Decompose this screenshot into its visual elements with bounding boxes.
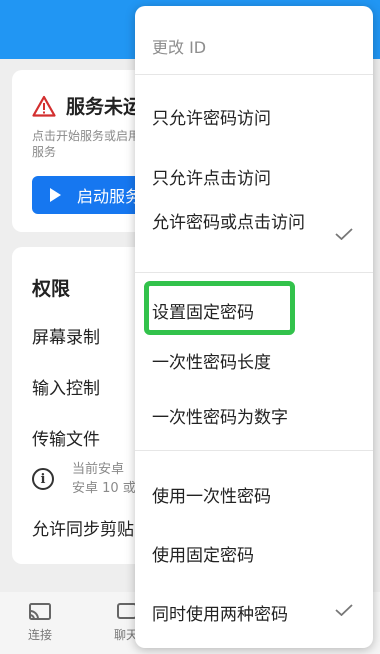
nav-connect[interactable]: 连接 <box>28 602 52 643</box>
menu-click-only[interactable]: 只允许点击访问 <box>135 164 373 189</box>
menu-use-fixed-password[interactable]: 使用固定密码 <box>135 541 373 566</box>
service-status-description: 点击开始服务或启用服务 <box>32 129 141 159</box>
menu-divider <box>135 74 373 75</box>
menu-otp-length[interactable]: 一次性密码长度 <box>135 348 373 373</box>
service-status-title: 服务未运 <box>66 96 143 118</box>
checkmark-icon <box>335 228 353 240</box>
cast-icon <box>29 603 51 620</box>
permission-clipboard-sync[interactable]: 允许同步剪贴 <box>32 515 134 540</box>
info-icon: i <box>32 468 54 490</box>
info-line-2: 安卓 10 或 <box>72 481 136 496</box>
menu-password-or-click[interactable]: 允许密码或点击访问 <box>135 210 315 237</box>
android-version-info: i 当前安卓 安卓 10 或 <box>32 460 136 498</box>
checkmark-icon <box>335 604 353 616</box>
info-text: 当前安卓 安卓 10 或 <box>72 460 136 498</box>
menu-use-one-time-password[interactable]: 使用一次性密码 <box>135 482 373 507</box>
menu-change-id[interactable]: 更改 ID <box>135 34 373 58</box>
permissions-title: 权限 <box>32 278 71 300</box>
menu-otp-numeric[interactable]: 一次性密码为数字 <box>135 403 373 428</box>
permission-input-control[interactable]: 输入控制 <box>32 374 100 399</box>
highlight-box <box>144 281 295 335</box>
warning-triangle-icon <box>32 95 56 117</box>
menu-divider <box>135 272 373 273</box>
info-line-1: 当前安卓 <box>72 462 125 477</box>
screen: 服务未运 点击开始服务或启用服务 启动服务 权限 屏幕录制 输入控制 传输文件 … <box>0 0 380 654</box>
menu-password-only[interactable]: 只允许密码访问 <box>135 104 373 129</box>
service-status-row: 服务未运 <box>32 92 142 119</box>
nav-connect-label: 连接 <box>28 628 53 642</box>
play-icon <box>50 188 61 202</box>
permission-file-transfer[interactable]: 传输文件 <box>32 425 100 450</box>
menu-divider <box>135 450 373 451</box>
permission-screen-recording[interactable]: 屏幕录制 <box>32 323 100 348</box>
start-service-label: 启动服务 <box>77 187 142 206</box>
